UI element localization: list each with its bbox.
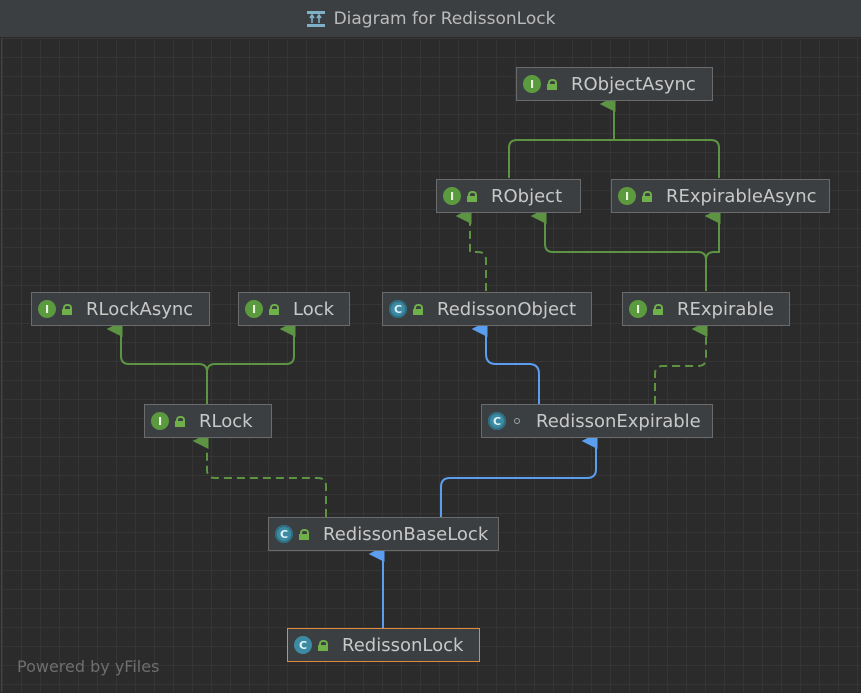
class-icon: C [294, 636, 312, 654]
interface-icon: I [618, 187, 636, 205]
node-label: Lock [293, 298, 335, 320]
public-lock-icon [175, 415, 185, 427]
public-lock-icon [299, 528, 309, 540]
node-label: RedissonLock [342, 634, 464, 656]
node-rexpirableasync[interactable]: I RExpirableAsync [611, 179, 830, 213]
edge-redissonexpirable-rexpirable [654, 321, 708, 404]
public-lock-icon [318, 639, 328, 651]
edge-redissonbaselock-rlock [192, 433, 327, 517]
abstract-class-icon: C [488, 412, 506, 430]
public-lock-icon [62, 303, 72, 315]
node-label: RedissonObject [437, 298, 576, 320]
edge-rlock-rlockasync [106, 321, 208, 404]
abstract-class-icon: C [275, 525, 293, 543]
node-label: RLock [199, 410, 253, 432]
edge-rlock-lock [206, 321, 296, 404]
public-lock-icon [642, 190, 652, 202]
node-robject[interactable]: I RObject [436, 179, 581, 213]
interface-icon: I [629, 300, 647, 318]
node-label: RedissonExpirable [536, 410, 701, 432]
node-label: RLockAsync [86, 298, 194, 320]
public-lock-icon [467, 190, 477, 202]
powered-by-label: Powered by yFiles [17, 657, 160, 676]
edge-redissonexpirable-redissonobject [471, 321, 540, 404]
edge-rexpirableasync-robjectasync [614, 139, 720, 178]
diagram-edges [106, 96, 721, 628]
edge-rexpirable-robject [530, 208, 707, 291]
node-redissonobject[interactable]: C RedissonObject [382, 292, 592, 326]
interface-icon: I [523, 75, 541, 93]
node-label: RExpirable [677, 298, 774, 320]
interface-icon: I [245, 300, 263, 318]
node-robjectasync[interactable]: I RObjectAsync [516, 67, 713, 101]
interface-icon: I [443, 187, 461, 205]
node-label: RExpirableAsync [666, 185, 817, 207]
node-rexpirable[interactable]: I RExpirable [622, 292, 790, 326]
node-label: RObjectAsync [571, 73, 696, 95]
node-redissonlock[interactable]: C RedissonLock [287, 628, 480, 662]
edge-robject-robjectasync [508, 96, 616, 178]
public-lock-icon [269, 303, 279, 315]
node-lock[interactable]: I Lock [238, 292, 350, 326]
interface-icon: I [151, 412, 169, 430]
edge-rexpirable-rexpirableasync [704, 208, 721, 291]
edge-redissonobject-robject [455, 208, 487, 291]
node-rlock[interactable]: I RLock [144, 404, 272, 438]
node-redissonexpirable[interactable]: C RedissonExpirable [481, 404, 713, 438]
node-rlockasync[interactable]: I RLockAsync [31, 292, 210, 326]
interface-icon: I [38, 300, 56, 318]
node-label: RedissonBaseLock [323, 523, 489, 545]
package-private-icon [514, 418, 520, 424]
public-lock-icon [413, 303, 423, 315]
edge-redissonbaselock-redissonexpirable [440, 433, 598, 517]
abstract-class-icon: C [389, 300, 407, 318]
public-lock-icon [547, 78, 557, 90]
public-lock-icon [653, 303, 663, 315]
node-redissonbaselock[interactable]: C RedissonBaseLock [268, 517, 499, 551]
node-label: RObject [491, 185, 563, 207]
